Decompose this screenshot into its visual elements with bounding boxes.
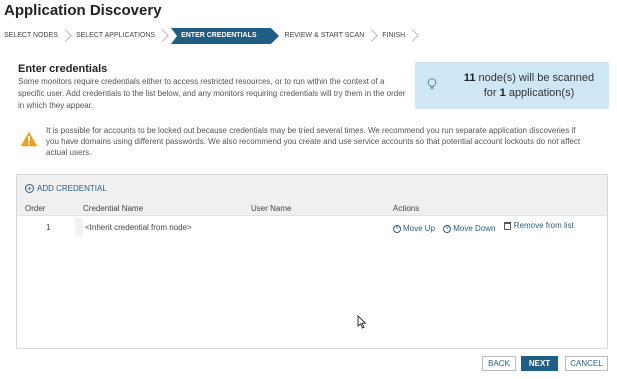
grid-header: + ADD CREDENTIAL Order Credential Name U… [17,175,607,216]
column-header-credential-name[interactable]: Credential Name [83,204,143,213]
move-up-button[interactable]: ˄ Move Up [393,224,435,233]
node-count: 11 [463,71,476,84]
column-header-user-name[interactable]: User Name [251,204,291,213]
lockout-warning: It is possible for accounts to be locked… [20,125,608,158]
mouse-cursor-icon [357,314,367,334]
warning-icon [20,131,38,149]
row-order: 1 [46,223,51,232]
warning-text: It is possible for accounts to be locked… [46,126,581,157]
step-select-nodes[interactable]: SELECT NODES [0,28,72,44]
app-count-suffix: application(s) [505,86,575,99]
wizard-steps: SELECT NODES SELECT APPLICATIONS ENTER C… [0,28,617,44]
remove-from-list-button[interactable]: Remove from list [503,221,574,230]
scan-summary-text: 11 node(s) will be scanned for 1 applica… [449,71,609,101]
chevron-down-circle-icon: ˅ [443,224,452,233]
row-actions: ˄ Move Up ˅ Move Down Remove from list [393,221,580,233]
app-count-prefix: for [483,86,500,99]
next-button[interactable]: NEXT [521,356,558,371]
remove-label: Remove from list [513,221,574,230]
trash-icon [503,221,511,230]
drag-handle[interactable] [75,218,83,236]
credentials-grid: + ADD CREDENTIAL Order Credential Name U… [16,174,608,349]
move-up-label: Move Up [403,224,436,233]
table-row[interactable]: 1 <Inherit credential from node> ˄ Move … [17,217,607,237]
step-enter-credentials[interactable]: ENTER CREDENTIALS [171,28,279,44]
intro-text: Some monitors require credentials either… [18,77,406,110]
step-select-applications[interactable]: SELECT APPLICATIONS [72,28,169,44]
cancel-button[interactable]: CANCEL [565,356,608,371]
add-credential-label: ADD CREDENTIAL [37,184,107,193]
step-review-start-scan[interactable]: REVIEW & START SCAN [271,28,379,44]
back-button[interactable]: BACK [482,356,516,371]
step-enter-credentials-label: ENTER CREDENTIALS [181,32,257,39]
section-heading: Enter credentials [18,63,108,75]
plus-circle-icon: + [25,184,34,193]
step-finish[interactable]: FINISH [378,28,419,44]
step-notch [171,28,178,44]
move-down-label: Move Down [453,224,496,233]
row-credential-name: <Inherit credential from node> [85,223,192,232]
chevron-up-circle-icon: ˄ [393,224,401,233]
scan-summary-box: 11 node(s) will be scanned for 1 applica… [415,62,609,109]
add-credential-button[interactable]: + ADD CREDENTIAL [25,184,107,193]
move-down-button[interactable]: ˅ Move Down [443,224,496,233]
column-header-actions: Actions [393,204,420,213]
column-header-order[interactable]: Order [25,204,45,213]
page-title: Application Discovery [4,2,162,19]
lightbulb-icon [415,77,449,94]
node-count-suffix: node(s) will be scanned [475,71,595,84]
